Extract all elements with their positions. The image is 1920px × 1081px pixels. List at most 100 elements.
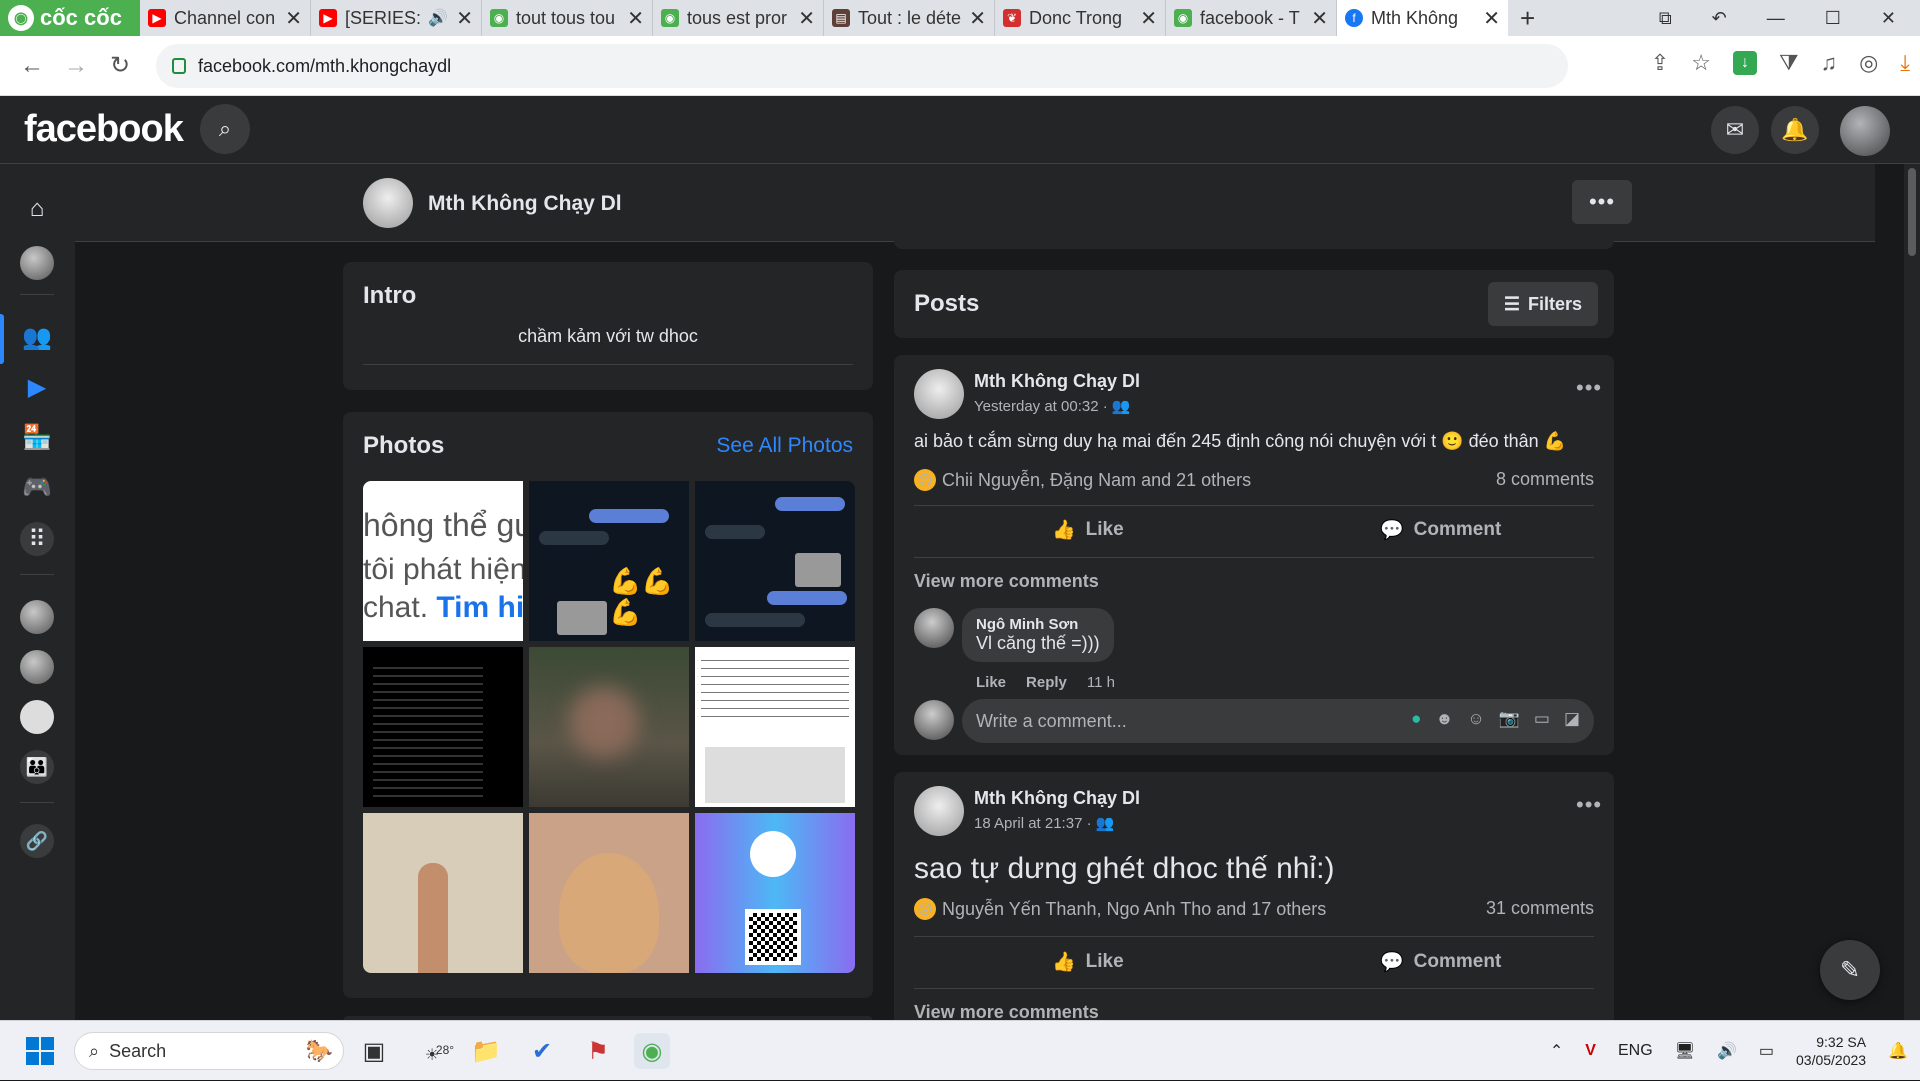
network-icon[interactable]: 🖥 (1675, 1041, 1695, 1061)
weather-widget[interactable]: ☀ 28° (414, 1033, 454, 1069)
photo-thumbnail[interactable] (363, 813, 523, 973)
friends-icon[interactable]: 👥 (20, 320, 54, 354)
more-options-button[interactable]: ••• (1572, 180, 1632, 224)
emoji-icon[interactable]: ☺ (1467, 709, 1484, 729)
view-more-comments-link[interactable]: View more comments (914, 571, 1099, 592)
browser-tab[interactable]: ▶ Channel con ✕ (140, 0, 311, 36)
maximize-button[interactable]: ☐ (1825, 8, 1841, 29)
photo-thumbnail[interactable] (363, 647, 523, 807)
groups-icon[interactable]: 👪 (20, 750, 54, 784)
group-avatar-icon[interactable] (20, 650, 54, 684)
coccoc-brand[interactable]: ◉ cốc cốc (0, 0, 140, 36)
close-tab-icon[interactable]: ✕ (456, 6, 473, 31)
browser-tab[interactable]: ❦ Donc Trong ✕ (995, 0, 1166, 36)
browser-tab[interactable]: ◉ tout tous tou ✕ (482, 0, 653, 36)
back-history-icon[interactable]: ↶ (1712, 8, 1727, 29)
group-avatar-icon[interactable] (20, 700, 54, 734)
profile-avatar-icon[interactable] (20, 246, 54, 280)
share-icon[interactable]: ⇪ (1651, 50, 1669, 76)
write-comment-input[interactable]: Write a comment... ● ☻ ☺ 📷 ▭ ◪ (962, 699, 1594, 743)
comment-time[interactable]: 11 h (1087, 674, 1115, 691)
back-arrow-icon[interactable]: ← (10, 52, 54, 80)
post-author-avatar[interactable] (914, 369, 964, 419)
post-author-name[interactable]: Mth Không Chạy Dl (974, 788, 1140, 809)
close-tab-icon[interactable]: ✕ (969, 6, 986, 31)
avatar-sticker-icon[interactable]: ☻ (1435, 709, 1453, 729)
post-more-icon[interactable]: ••• (1576, 792, 1602, 818)
playlist-icon[interactable]: ♫ (1821, 50, 1838, 76)
commenter-name[interactable]: Ngô Minh Sơn (976, 616, 1100, 633)
home-icon[interactable]: ⌂ (20, 192, 54, 226)
comment-reply-link[interactable]: Reply (1026, 674, 1067, 691)
chevron-up-icon[interactable]: ⌃ (1550, 1041, 1563, 1061)
close-tab-icon[interactable]: ✕ (1483, 6, 1500, 31)
coccoc-taskbar-icon[interactable]: ◉ (634, 1033, 670, 1069)
photo-thumbnail[interactable] (695, 481, 855, 641)
post-more-icon[interactable]: ••• (1576, 375, 1602, 401)
notification-icon[interactable]: 🔔 (1888, 1041, 1908, 1061)
group-avatar-icon[interactable] (20, 600, 54, 634)
browser-tab-active[interactable]: f Mth Không ✕ (1337, 0, 1508, 36)
profile-avatar[interactable] (363, 178, 413, 228)
taskbar-search[interactable]: ⌕ Search 🐎 (74, 1032, 344, 1070)
gaming-icon[interactable]: 🎮 (20, 470, 54, 504)
notifications-bell-icon[interactable]: 🔔 (1771, 106, 1819, 154)
browser-tab[interactable]: ▤ Tout : le déte ✕ (824, 0, 995, 36)
facebook-logo[interactable]: facebook (24, 108, 184, 151)
battery-icon[interactable]: ▭ (1759, 1041, 1774, 1061)
vietkey-icon[interactable]: V (1585, 1042, 1596, 1060)
profile-name[interactable]: Mth Không Chạy Dl (428, 192, 622, 216)
see-all-photos-link[interactable]: See All Photos (716, 434, 853, 458)
minimize-button[interactable]: — (1767, 8, 1785, 29)
post-reactions[interactable]: ☹ Chii Nguyễn, Đặng Nam and 21 others (914, 469, 1251, 491)
post-author-avatar[interactable] (914, 786, 964, 836)
url-input[interactable]: facebook.com/mth.khongchaydl (156, 44, 1568, 88)
commenter-avatar[interactable] (914, 608, 954, 648)
file-explorer-icon[interactable]: 📁 (468, 1033, 504, 1069)
close-tab-icon[interactable]: ✕ (1311, 6, 1328, 31)
camera-icon[interactable]: 📷 (1499, 709, 1520, 729)
photo-thumbnail[interactable]: 💪💪💪 (529, 481, 689, 641)
account-avatar[interactable] (1840, 106, 1890, 156)
browser-tab[interactable]: ▶ [SERIES: I 🔊 ✕ (311, 0, 482, 36)
language-indicator[interactable]: ENG (1618, 1042, 1653, 1060)
close-tab-icon[interactable]: ✕ (1140, 6, 1157, 31)
post-timestamp[interactable]: 18 April at 21:37 · 👥 (974, 814, 1114, 832)
sticker-icon[interactable]: ◪ (1564, 709, 1580, 729)
messenger-icon[interactable]: ✉ (1711, 106, 1759, 154)
search-icon[interactable]: ⌕ (200, 104, 250, 154)
windows-start-icon[interactable] (26, 1037, 54, 1065)
post-author-name[interactable]: Mth Không Chạy Dl (974, 371, 1140, 392)
clock[interactable]: 9:32 SA 03/05/2023 (1796, 1033, 1866, 1069)
comment-like-link[interactable]: Like (976, 674, 1006, 691)
like-button[interactable]: 👍 Like (1052, 950, 1124, 974)
photo-thumbnail[interactable] (695, 647, 855, 807)
reload-icon[interactable]: ↻ (98, 51, 142, 80)
close-tab-icon[interactable]: ✕ (798, 6, 815, 31)
cast-icon[interactable]: ⧉ (1659, 8, 1672, 29)
page-scrollbar[interactable] (1904, 164, 1920, 1020)
close-tab-icon[interactable]: ✕ (285, 6, 302, 31)
post-timestamp[interactable]: Yesterday at 00:32 · 👥 (974, 397, 1131, 415)
scrollbar-thumb[interactable] (1908, 168, 1916, 256)
close-window-button[interactable]: ✕ (1881, 8, 1896, 29)
volume-icon[interactable]: 🔊 (1717, 1041, 1737, 1061)
marketplace-icon[interactable]: 🏪 (20, 420, 54, 454)
my-avatar[interactable] (914, 700, 954, 740)
photo-thumbnail[interactable] (695, 813, 855, 973)
comments-count[interactable]: 8 comments (1496, 469, 1594, 490)
new-tab-button[interactable]: + (1520, 3, 1535, 34)
close-tab-icon[interactable]: ✕ (627, 6, 644, 31)
browser-tab[interactable]: ◉ facebook - T ✕ (1166, 0, 1337, 36)
task-view-icon[interactable]: ▣ (356, 1033, 392, 1069)
post-reactions[interactable]: ☹ Nguyễn Yến Thanh, Ngo Anh Tho and 17 o… (914, 898, 1326, 920)
link-icon[interactable]: 🔗 (20, 824, 54, 858)
comment-button[interactable]: 💬 Comment (1380, 518, 1501, 542)
speaker-icon[interactable]: 🔊 (428, 8, 448, 28)
extensions-icon[interactable]: ⧩ (1779, 50, 1799, 76)
menu-grid-icon[interactable]: ⠿ (20, 522, 54, 556)
like-button[interactable]: 👍 Like (1052, 518, 1124, 542)
gif-icon[interactable]: ▭ (1534, 709, 1550, 729)
browser-tab[interactable]: ◉ tous est pror ✕ (653, 0, 824, 36)
filters-button[interactable]: ☰ Filters (1488, 282, 1598, 326)
